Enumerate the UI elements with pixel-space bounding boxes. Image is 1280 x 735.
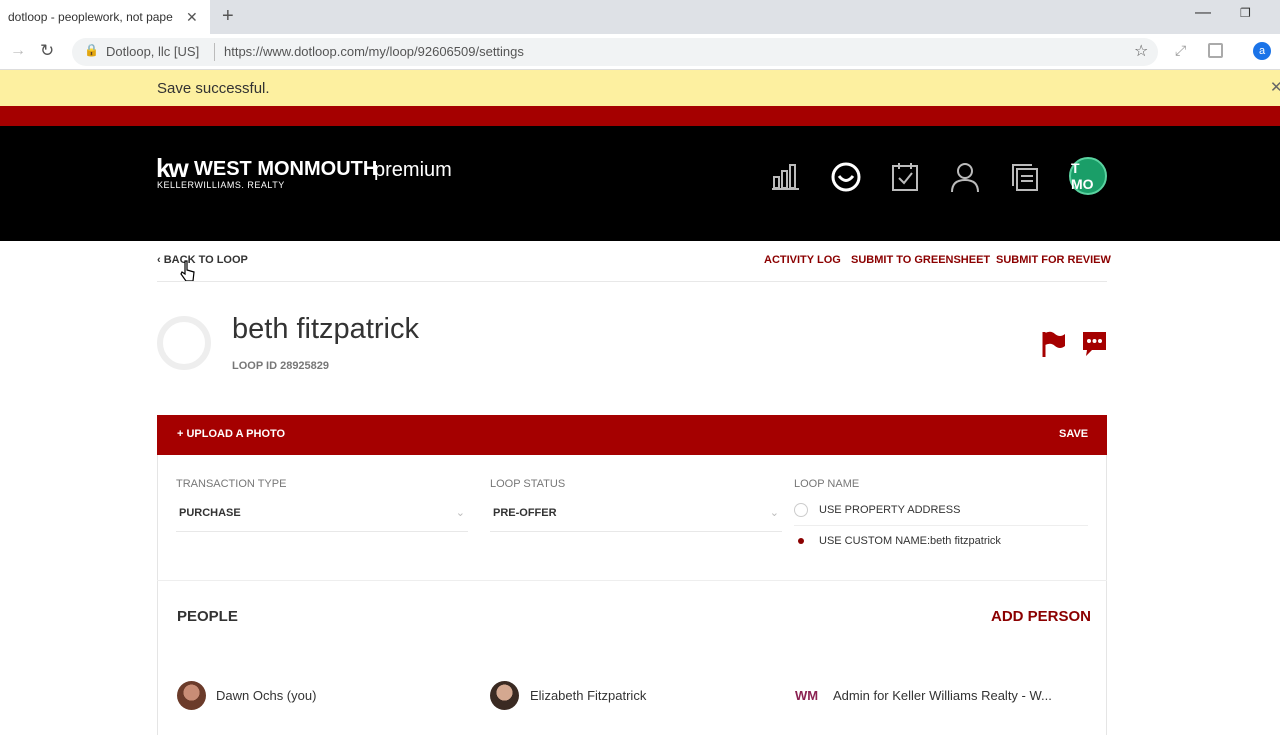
site-identity[interactable]: Dotloop, llc [US] <box>106 44 199 59</box>
chevron-down-icon: ⌄ <box>455 507 465 519</box>
brand-stripe <box>0 106 1280 126</box>
tab-close-icon[interactable]: ✕ <box>186 9 198 26</box>
subnav-divider <box>157 281 1107 282</box>
chat-icon[interactable] <box>1081 330 1108 363</box>
loop-status-select[interactable]: PRE-OFFER ⌄ <box>490 500 782 532</box>
people-heading: PEOPLE <box>177 608 238 625</box>
browser-tab[interactable]: dotloop - peoplework, not pape <box>0 0 210 34</box>
user-avatar[interactable]: T MO <box>1069 157 1107 195</box>
submit-greensheet-link[interactable]: SUBMIT TO GREENSHEET <box>851 254 990 266</box>
logo-brand: KELLERWILLIAMS. REALTY <box>157 180 285 190</box>
mouse-cursor-icon <box>180 260 196 289</box>
bookmark-star-icon[interactable]: ☆ <box>1134 41 1148 61</box>
loop-title: beth fitzpatrick <box>232 313 419 345</box>
notification-message: Save successful. <box>157 80 270 97</box>
person-name[interactable]: Elizabeth Fitzpatrick <box>530 688 646 703</box>
loop-id: LOOP ID 28925829 <box>232 360 330 372</box>
add-person-button[interactable]: ADD PERSON <box>991 608 1091 625</box>
custom-name-input[interactable]: beth fitzpatrick <box>930 535 1001 547</box>
save-button[interactable]: SAVE <box>1059 428 1088 440</box>
submit-review-link[interactable]: SUBMIT FOR REVIEW <box>996 254 1111 266</box>
documents-icon[interactable] <box>1008 160 1042 194</box>
person-name[interactable]: Admin for Keller Williams Realty - W... <box>833 688 1052 703</box>
forward-icon[interactable]: → <box>10 42 26 60</box>
window-minimize-icon[interactable]: — <box>1195 4 1211 22</box>
checklist-icon[interactable] <box>888 160 922 194</box>
person-name[interactable]: Dawn Ochs (you) <box>216 688 316 703</box>
upload-photo-label: UPLOAD A PHOTO <box>186 428 286 440</box>
extension-search-icon[interactable] <box>1208 43 1223 58</box>
avatar[interactable] <box>177 681 206 710</box>
browser-toolbar: → ↻ 🔒 Dotloop, llc [US] https://www.dotl… <box>0 34 1280 70</box>
tab-title: dotloop - peoplework, not pape <box>8 10 173 24</box>
upload-photo-button[interactable]: + UPLOAD A PHOTO <box>177 428 285 440</box>
person-initials-badge[interactable]: WM <box>795 688 818 703</box>
back-to-loop-link[interactable]: ‹ BACK TO LOOP <box>157 254 248 266</box>
close-icon[interactable]: ✕ <box>1270 78 1280 96</box>
chevron-down-icon: ⌄ <box>769 507 779 519</box>
url-text[interactable]: https://www.dotloop.com/my/loop/92606509… <box>224 44 524 59</box>
logo-office[interactable]: WEST MONMOUTH <box>194 158 377 181</box>
back-to-loop-label: BACK TO LOOP <box>163 254 248 266</box>
omnibox-separator <box>214 43 215 61</box>
transaction-type-value: PURCHASE <box>179 507 241 519</box>
loop-action-bar <box>157 415 1107 455</box>
activity-log-link[interactable]: ACTIVITY LOG <box>764 254 841 266</box>
panel-divider <box>157 580 1107 581</box>
person-icon[interactable] <box>948 160 982 194</box>
notification-banner: Save successful. ✕ <box>0 70 1280 106</box>
loop-status-value: PRE-OFFER <box>493 507 557 519</box>
transaction-type-label: TRANSACTION TYPE <box>176 478 287 490</box>
radio-property-address-label[interactable]: USE PROPERTY ADDRESS <box>819 504 960 516</box>
profile-avatar[interactable]: a <box>1253 42 1271 60</box>
reload-icon[interactable]: ↻ <box>40 41 54 61</box>
new-tab-icon[interactable]: + <box>222 5 234 28</box>
flag-icon[interactable] <box>1041 330 1067 363</box>
radio-property-address[interactable] <box>794 503 808 517</box>
browser-tab-bar: dotloop - peoplework, not pape ✕ + — ❐ <box>0 0 1280 34</box>
bar-chart-icon[interactable] <box>769 160 803 194</box>
avatar[interactable] <box>490 681 519 710</box>
account-tier: premium <box>374 159 452 181</box>
radio-custom-name-label[interactable]: USE CUSTOM NAME: <box>819 535 930 547</box>
smiley-icon[interactable] <box>829 160 863 194</box>
lock-icon[interactable]: 🔒 <box>84 43 99 57</box>
transaction-type-select[interactable]: PURCHASE ⌄ <box>176 500 468 532</box>
window-restore-icon[interactable]: ❐ <box>1240 6 1251 20</box>
loop-photo-placeholder[interactable] <box>157 316 211 370</box>
loop-name-label: LOOP NAME <box>794 478 860 490</box>
radio-custom-name[interactable] <box>794 534 808 548</box>
loop-status-label: LOOP STATUS <box>490 478 566 490</box>
radio-divider <box>794 525 1088 526</box>
extension-icon[interactable]: ⤢ <box>1175 42 1186 59</box>
